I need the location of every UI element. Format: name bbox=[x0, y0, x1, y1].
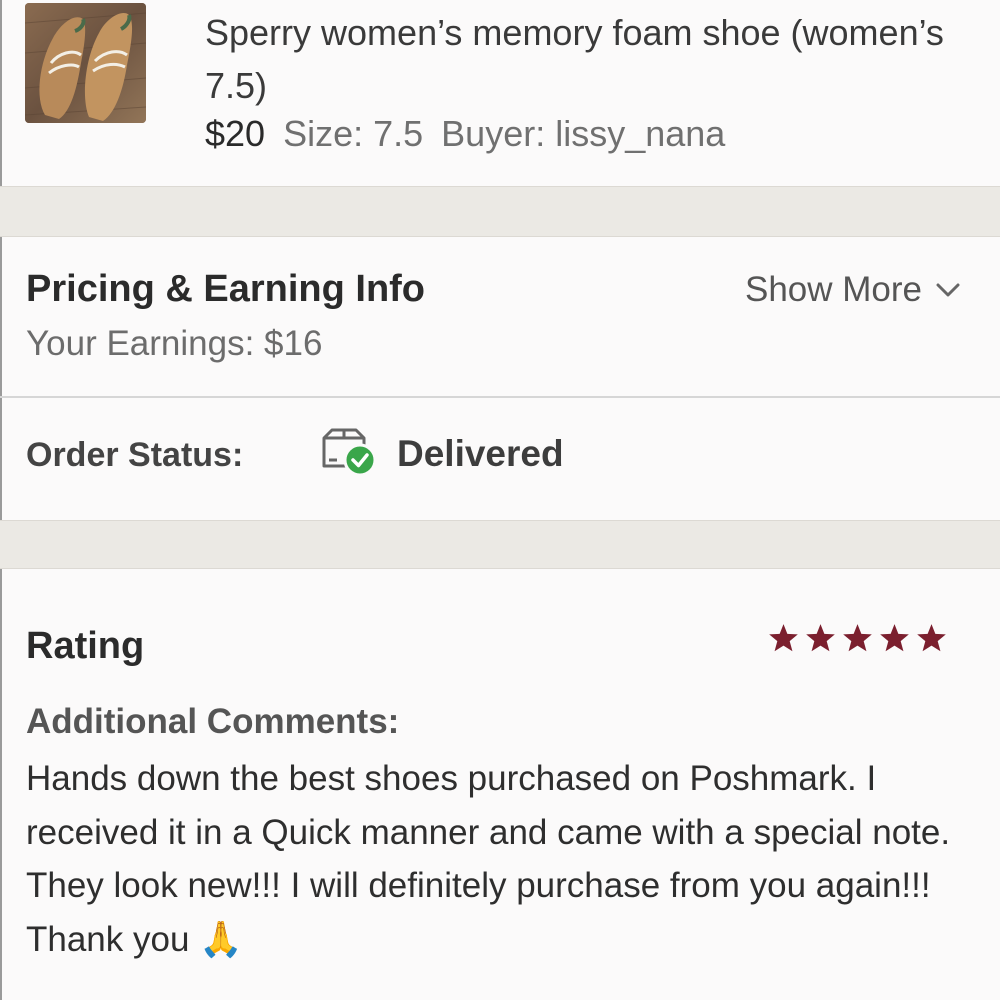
star-icon bbox=[880, 624, 909, 652]
rating-heading: Rating bbox=[26, 625, 145, 667]
left-border bbox=[0, 237, 2, 520]
left-border bbox=[0, 0, 2, 186]
package-delivered-icon bbox=[322, 428, 376, 477]
section-separator bbox=[0, 520, 1000, 569]
star-icon bbox=[843, 624, 872, 652]
earnings-text: Your Earnings: $16 bbox=[26, 324, 323, 363]
shoe-photo bbox=[25, 3, 146, 123]
star-icon bbox=[806, 624, 835, 652]
star-icon bbox=[769, 624, 798, 652]
section-separator bbox=[0, 186, 1000, 237]
left-border bbox=[0, 569, 2, 1000]
order-status-label: Order Status: bbox=[26, 436, 244, 474]
review-comment: Hands down the best shoes purchased on P… bbox=[26, 759, 951, 959]
product-title[interactable]: Sperry women’s memory foam shoe (women’s… bbox=[205, 6, 945, 112]
product-size: Size: 7.5 bbox=[283, 113, 424, 154]
product-price: $20 bbox=[205, 113, 266, 154]
show-more-button[interactable]: Show More bbox=[745, 270, 960, 310]
buyer-name[interactable]: Buyer: lissy_nana bbox=[441, 113, 725, 154]
divider bbox=[0, 396, 1000, 398]
show-more-label: Show More bbox=[744, 270, 922, 309]
order-status-value: Delivered bbox=[397, 433, 564, 474]
chevron-down-icon bbox=[936, 283, 960, 297]
product-meta: $20 Size: 7.5 Buyer: lissy_nana bbox=[205, 112, 743, 156]
rating-stars bbox=[767, 622, 948, 655]
additional-comments-heading: Additional Comments: bbox=[26, 702, 400, 741]
product-thumbnail[interactable] bbox=[25, 3, 146, 123]
pricing-heading: Pricing & Earning Info bbox=[26, 268, 426, 310]
star-icon bbox=[917, 624, 946, 652]
product-section: Sperry women’s memory foam shoe (women’s… bbox=[0, 0, 1000, 186]
